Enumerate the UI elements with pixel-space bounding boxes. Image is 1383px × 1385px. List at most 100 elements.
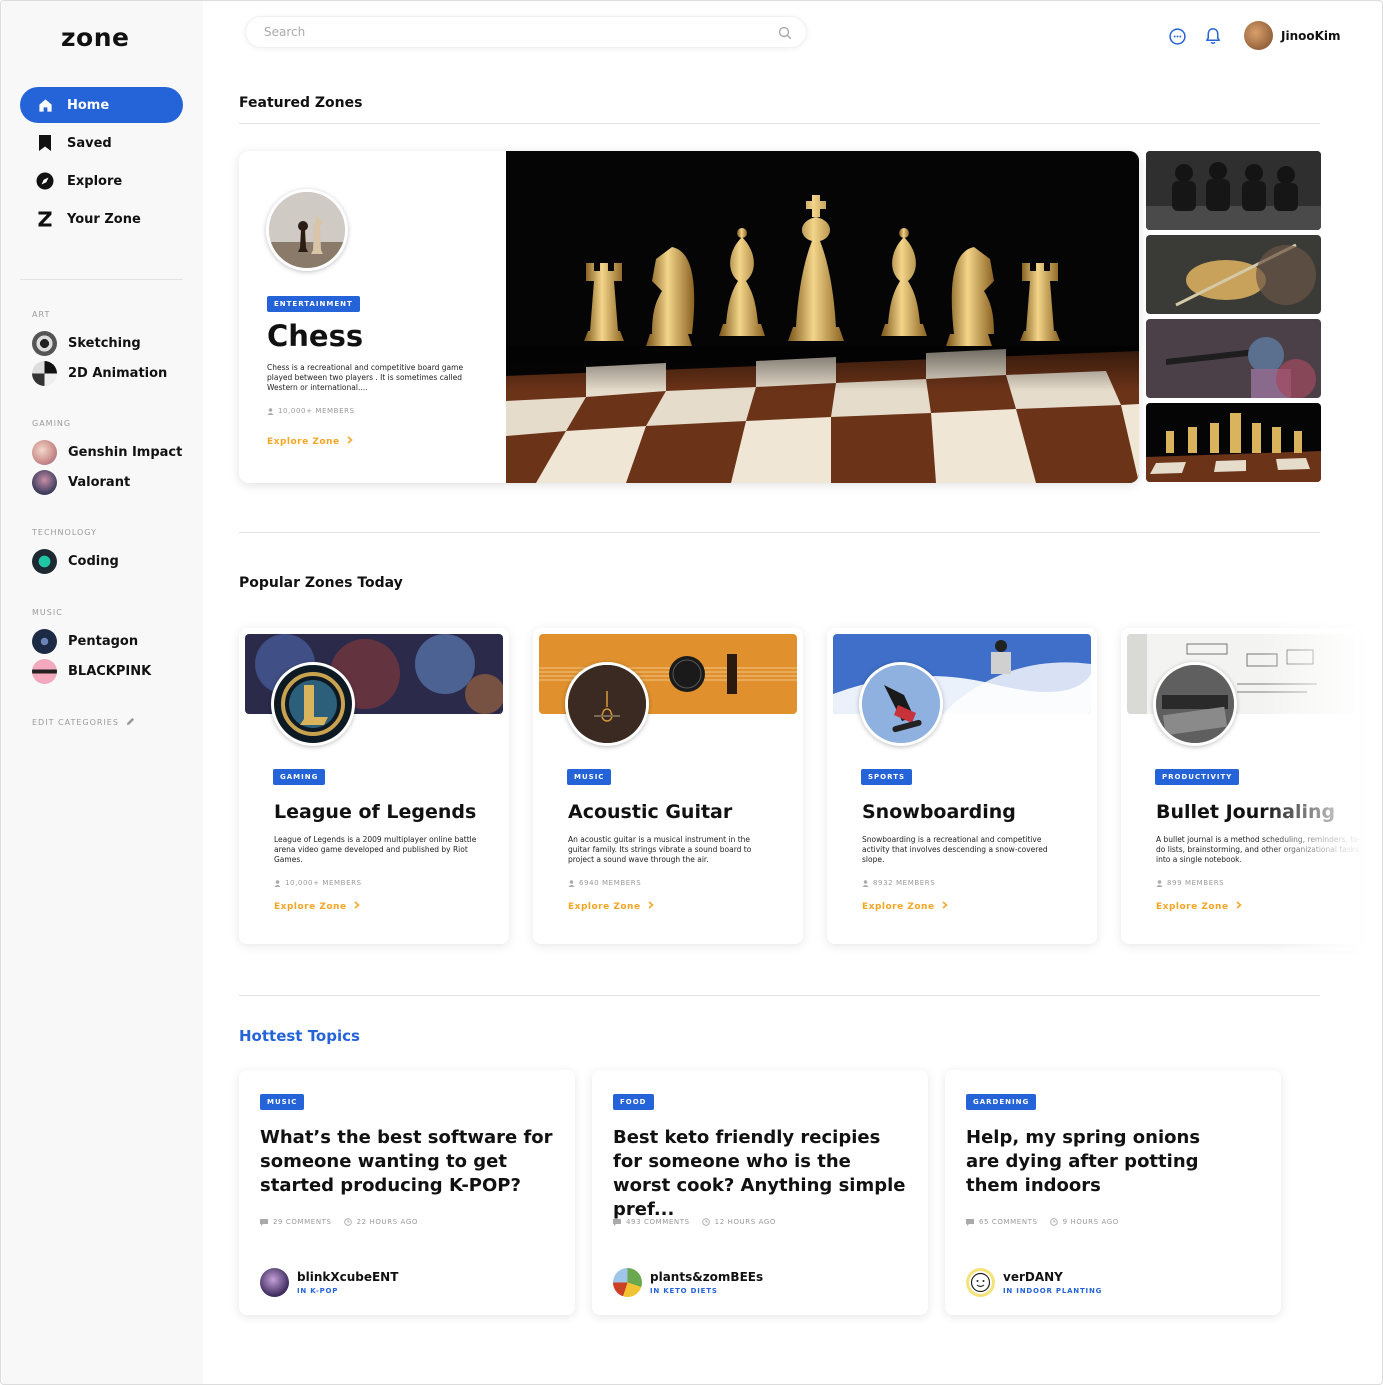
smiley-icon	[970, 1272, 991, 1293]
edit-categories-link[interactable]: EDIT CATEGORIES	[32, 717, 135, 727]
chat-icon[interactable]	[1168, 27, 1187, 50]
category-badge[interactable]: PRODUCTIVITY	[1155, 764, 1240, 785]
user-icon	[267, 407, 274, 415]
topic-card[interactable]: FOOD Best keto friendly recipies for som…	[592, 1070, 928, 1315]
explore-zone-link[interactable]: Explore Zone	[274, 901, 360, 912]
zone-title: Acoustic Guitar	[568, 801, 733, 823]
category-gaming: GAMING Genshin Impact Valorant	[32, 419, 197, 497]
sidebar-item-valorant[interactable]: Valorant	[32, 467, 197, 497]
chess-pieces-image	[269, 192, 345, 268]
topic-author[interactable]: plants&zomBEEs IN KETO DIETS	[613, 1268, 763, 1297]
zone-card[interactable]: MUSIC Acoustic Guitar An acoustic guitar…	[533, 628, 803, 944]
sidebar-item-2d-animation[interactable]: 2D Animation	[32, 358, 197, 388]
nav-item-your-zone[interactable]: Your Zone	[20, 201, 183, 237]
sidebar-item-genshin-impact[interactable]: Genshin Impact	[32, 437, 197, 467]
avatar	[32, 469, 57, 495]
thumbnail-chess[interactable]	[1146, 403, 1321, 482]
timestamp: 9 HOURS AGO	[1049, 1218, 1119, 1226]
zone-link[interactable]: IN INDOOR PLANTING	[1003, 1287, 1102, 1295]
sidebar-item-label: 2D Animation	[68, 365, 168, 381]
avatar	[1244, 21, 1273, 50]
category-badge[interactable]: SPORTS	[861, 764, 913, 785]
user-menu[interactable]: JinooKim	[1244, 21, 1341, 50]
zone-card[interactable]: GAMING League of Legends League of Legen…	[239, 628, 509, 944]
featured-card[interactable]: ENTERTAINMENT Chess Chess is a recreatio…	[239, 151, 1139, 483]
user-icon	[1156, 879, 1163, 887]
home-icon	[36, 96, 54, 114]
timestamp: 22 HOURS AGO	[343, 1218, 418, 1226]
category-badge[interactable]: GAMING	[273, 764, 326, 785]
explore-zone-link[interactable]: Explore Zone	[1156, 901, 1242, 912]
chevron-right-icon	[1236, 901, 1242, 909]
nav-item-explore[interactable]: Explore	[20, 163, 183, 199]
topic-author[interactable]: blinkXcubeENT IN K-POP	[260, 1268, 398, 1297]
user-icon	[274, 879, 281, 887]
snowboarder-icon	[862, 665, 940, 743]
divider	[239, 532, 1320, 533]
category-technology: TECHNOLOGY Coding	[32, 528, 197, 576]
nav-item-home[interactable]: Home	[20, 87, 183, 123]
category-title: TECHNOLOGY	[32, 528, 97, 537]
category-badge[interactable]: GARDENING	[966, 1089, 1037, 1110]
topic-title[interactable]: Best keto friendly recipies for someone …	[613, 1126, 913, 1222]
sidebar-item-label: Sketching	[68, 335, 141, 351]
compass-icon	[36, 172, 54, 190]
chevron-right-icon	[942, 901, 948, 909]
zone-title: League of Legends	[274, 801, 477, 823]
zone-title: Snowboarding	[862, 801, 1016, 823]
category-badge[interactable]: MUSIC	[567, 764, 612, 785]
search-input[interactable]	[264, 25, 764, 39]
zone-card[interactable]: SPORTS Snowboarding Snowboarding is a re…	[827, 628, 1097, 944]
thumbnail-paintball[interactable]	[1146, 319, 1321, 398]
nav-label: Saved	[67, 135, 112, 151]
sidebar-item-pentagon[interactable]: Pentagon	[32, 626, 197, 656]
sidebar-item-sketching[interactable]: Sketching	[32, 328, 197, 358]
category-badge[interactable]: ENTERTAINMENT	[267, 291, 360, 312]
explore-zone-link[interactable]: Explore Zone	[862, 901, 948, 912]
explore-zone-link[interactable]: Explore Zone	[568, 901, 654, 912]
sidebar-divider	[20, 279, 183, 280]
topic-title[interactable]: Help, my spring onions are dying after p…	[966, 1126, 1206, 1198]
zone-link[interactable]: IN K-POP	[297, 1287, 398, 1295]
sidebar-item-label: Genshin Impact	[68, 444, 183, 460]
avatar	[32, 360, 57, 386]
timestamp: 12 HOURS AGO	[701, 1218, 776, 1226]
featured-title: Featured Zones	[239, 95, 363, 111]
category-badge[interactable]: MUSIC	[260, 1089, 305, 1110]
avatar	[32, 548, 57, 574]
hottest-title: Hottest Topics	[239, 1027, 360, 1045]
search-icon[interactable]	[778, 25, 792, 44]
topic-meta: 29 COMMENTS 22 HOURS AGO	[260, 1218, 418, 1226]
comment-icon	[613, 1218, 621, 1226]
zone-card[interactable]: PRODUCTIVITY Bullet Journaling A bullet …	[1121, 628, 1361, 944]
comment-icon	[966, 1218, 974, 1226]
topic-title[interactable]: What’s the best software for someone wan…	[260, 1126, 560, 1198]
comment-count: 65 COMMENTS	[966, 1218, 1038, 1226]
thumbnail-knitting[interactable]	[1146, 235, 1321, 314]
topic-card[interactable]: MUSIC What’s the best software for someo…	[239, 1070, 575, 1315]
clock-icon	[1049, 1218, 1058, 1226]
user-icon	[862, 879, 869, 887]
bookmark-icon	[36, 134, 54, 152]
avatar	[32, 330, 57, 356]
search-bar[interactable]	[245, 16, 807, 48]
featured-chess-image	[506, 151, 1139, 483]
sidebar-item-blackpink[interactable]: BLACKPINK	[32, 656, 197, 686]
category-badge[interactable]: FOOD	[613, 1089, 654, 1110]
member-count: 6940 MEMBERS	[568, 879, 641, 887]
topic-card[interactable]: GARDENING Help, my spring onions are dyi…	[945, 1070, 1281, 1315]
explore-zone-link[interactable]: Explore Zone	[267, 436, 353, 447]
thumbnail-group-photo[interactable]	[1146, 151, 1321, 230]
bell-icon[interactable]	[1204, 27, 1222, 50]
guitar-logo-icon	[568, 665, 646, 743]
nav-item-saved[interactable]: Saved	[20, 125, 183, 161]
zone-logo[interactable]: zone	[61, 23, 129, 52]
comment-count: 493 COMMENTS	[613, 1218, 690, 1226]
zone-description: Snowboarding is a recreational and compe…	[862, 835, 1048, 864]
category-title: GAMING	[32, 419, 72, 428]
member-count: 10,000+ MEMBERS	[274, 879, 362, 887]
topic-author[interactable]: verDANY IN INDOOR PLANTING	[966, 1268, 1102, 1297]
sidebar-item-coding[interactable]: Coding	[32, 546, 197, 576]
zone-link[interactable]: IN KETO DIETS	[650, 1287, 763, 1295]
comment-count: 29 COMMENTS	[260, 1218, 332, 1226]
